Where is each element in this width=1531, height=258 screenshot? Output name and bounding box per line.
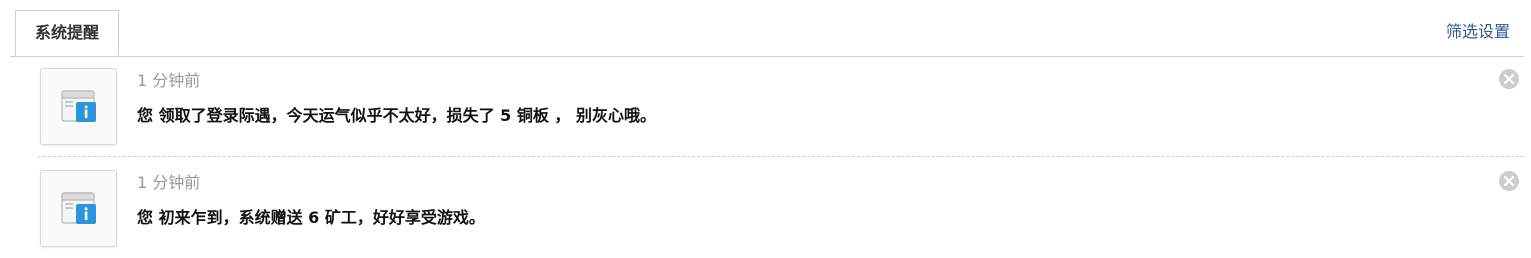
notification-time: 1 分钟前 bbox=[137, 71, 201, 90]
close-icon[interactable] bbox=[1499, 171, 1519, 191]
tab-system-notifications[interactable]: 系统提醒 bbox=[15, 10, 119, 56]
close-icon[interactable] bbox=[1499, 69, 1519, 89]
info-window-icon bbox=[61, 192, 96, 224]
notification-list: 1 分钟前 您 领取了登录际遇，今天运气似乎不太好，损失了 5 铜板 ， 别灰心… bbox=[38, 66, 1524, 258]
notification-thumbnail bbox=[40, 68, 117, 145]
filter-settings-link[interactable]: 筛选设置 bbox=[1446, 20, 1510, 44]
notification-message: 您 初来乍到，系统赠送 6 矿工，好好享受游戏。 bbox=[137, 208, 485, 227]
tab-bar: 系统提醒 筛选设置 bbox=[10, 10, 1524, 57]
notification-item: 1 分钟前 您 领取了登录际遇，今天运气似乎不太好，损失了 5 铜板 ， 别灰心… bbox=[38, 66, 1524, 156]
notification-time: 1 分钟前 bbox=[137, 173, 201, 192]
notification-message: 您 领取了登录际遇，今天运气似乎不太好，损失了 5 铜板 ， 别灰心哦。 bbox=[137, 106, 656, 125]
notification-divider bbox=[38, 156, 1524, 157]
notification-item: 1 分钟前 您 初来乍到，系统赠送 6 矿工，好好享受游戏。 bbox=[38, 168, 1524, 258]
info-window-icon bbox=[61, 90, 96, 122]
notification-thumbnail bbox=[40, 170, 117, 247]
